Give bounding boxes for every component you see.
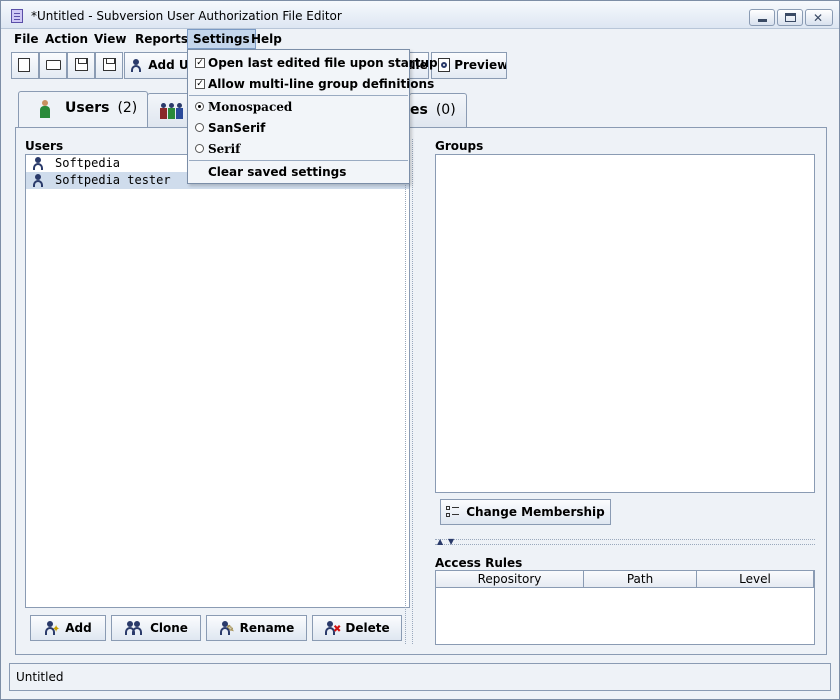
- maximize-icon: [785, 13, 796, 22]
- window-title: *Untitled - Subversion User Authorizatio…: [31, 9, 342, 23]
- menu-view[interactable]: View: [89, 29, 131, 49]
- preview-icon: [438, 57, 450, 72]
- add-user-button[interactable]: ✦ Add: [30, 615, 106, 641]
- checkbox-checked-icon: ✓: [195, 58, 205, 68]
- tab-users[interactable]: Users (2): [18, 91, 148, 128]
- column-header-level[interactable]: Level: [697, 571, 814, 588]
- maximize-button[interactable]: [777, 9, 803, 26]
- tab-rules-count: (0): [435, 102, 456, 118]
- menu-file[interactable]: File: [9, 29, 44, 49]
- user-icon: [33, 157, 43, 170]
- menu-bar: File Action View Reports Settings Help: [1, 29, 839, 49]
- menu-item-multiline-groups-label: Allow multi-line group definitions: [208, 77, 435, 91]
- save-as-button[interactable]: [95, 52, 123, 79]
- menu-separator: [189, 95, 408, 96]
- open-file-button[interactable]: [39, 52, 67, 79]
- save-button[interactable]: [67, 52, 95, 79]
- add-user-icon: [130, 58, 144, 72]
- users-list-label: Users: [25, 139, 64, 153]
- close-icon: ✕: [813, 11, 824, 25]
- vertical-splitter[interactable]: [405, 139, 413, 644]
- rename-user-icon: ✎: [219, 620, 235, 635]
- tab-users-count: (2): [117, 100, 138, 116]
- menu-reports[interactable]: Reports: [130, 29, 193, 49]
- change-membership-button[interactable]: Change Membership: [440, 499, 611, 525]
- tab-rules-label: es: [410, 102, 428, 118]
- menu-item-font-sanserif-label: SanSerif: [208, 121, 266, 135]
- menu-item-font-monospaced-label: Monospaced: [208, 100, 293, 114]
- save-as-icon: [103, 58, 116, 71]
- menu-separator: [189, 160, 408, 161]
- group-icon: [160, 102, 186, 120]
- groups-list[interactable]: [435, 154, 815, 493]
- status-bar: Untitled: [9, 663, 831, 691]
- menu-item-font-serif-label: Serif: [208, 142, 241, 156]
- menu-item-open-last-label: Open last edited file upon startup: [208, 56, 438, 70]
- radio-unselected-icon: [195, 123, 204, 132]
- user-name: Softpedia: [55, 156, 121, 170]
- folder-open-icon: [46, 59, 61, 70]
- menu-action[interactable]: Action: [40, 29, 93, 49]
- settings-menu: ✓ Open last edited file upon startup ✓ A…: [187, 49, 438, 184]
- menu-item-font-monospaced[interactable]: Monospaced: [188, 97, 409, 117]
- access-rules-label: Access Rules: [435, 556, 523, 570]
- rename-user-button[interactable]: ✎ Rename: [206, 615, 307, 641]
- checkbox-checked-icon: ✓: [195, 79, 205, 89]
- menu-item-clear-settings[interactable]: Clear saved settings: [188, 162, 409, 182]
- radio-unselected-icon: [195, 144, 204, 153]
- menu-help[interactable]: Help: [246, 29, 287, 49]
- user-icon: [33, 174, 43, 187]
- title-bar: *Untitled - Subversion User Authorizatio…: [1, 1, 839, 29]
- rename-user-button-label: Rename: [239, 621, 295, 635]
- menu-item-multiline-groups[interactable]: ✓ Allow multi-line group definitions: [188, 74, 434, 94]
- clone-user-button-label: Clone: [150, 621, 188, 635]
- app-icon: [11, 9, 23, 23]
- close-button[interactable]: ✕: [805, 9, 833, 26]
- change-membership-label: Change Membership: [466, 505, 605, 519]
- menu-item-open-last[interactable]: ✓ Open last edited file upon startup: [188, 53, 438, 73]
- save-icon: [75, 58, 88, 71]
- tab-rules[interactable]: es (0): [409, 93, 467, 127]
- column-header-repository[interactable]: Repository: [436, 571, 584, 588]
- menu-item-font-sanserif[interactable]: SanSerif: [188, 118, 409, 138]
- user-name: Softpedia tester: [55, 173, 171, 187]
- users-list[interactable]: Softpedia Softpedia tester: [25, 154, 410, 608]
- delete-user-button-label: Delete: [345, 621, 390, 635]
- add-user-toolbar-button[interactable]: Add Us: [124, 52, 194, 79]
- user-icon: [39, 100, 51, 118]
- arrow-up-icon[interactable]: ▲: [437, 537, 443, 546]
- add-user-button-label: Add: [65, 621, 92, 635]
- delete-user-icon: ✖: [324, 620, 341, 635]
- delete-user-button[interactable]: ✖ Delete: [312, 615, 402, 641]
- arrow-down-icon[interactable]: ▼: [448, 537, 454, 546]
- preview-button[interactable]: Preview: [431, 52, 507, 79]
- radio-selected-icon: [195, 102, 204, 111]
- add-user-icon: ✦: [44, 620, 60, 635]
- menu-item-clear-settings-label: Clear saved settings: [208, 165, 347, 179]
- new-file-button[interactable]: [11, 52, 39, 79]
- preview-label: Preview: [454, 58, 507, 72]
- tab-users-label: Users: [65, 100, 110, 116]
- minimize-icon: [758, 19, 767, 22]
- app-window: *Untitled - Subversion User Authorizatio…: [0, 0, 840, 700]
- tab-groups[interactable]: [147, 93, 191, 127]
- column-header-path[interactable]: Path: [584, 571, 697, 588]
- groups-list-label: Groups: [435, 139, 484, 153]
- minimize-button[interactable]: [749, 9, 775, 26]
- menu-item-font-serif[interactable]: Serif: [188, 139, 409, 159]
- clone-user-button[interactable]: Clone: [111, 615, 201, 641]
- horizontal-splitter[interactable]: ▲ ▼: [435, 537, 815, 546]
- clone-user-icon: [124, 620, 144, 635]
- membership-icon: [446, 505, 460, 519]
- new-file-icon: [18, 57, 30, 72]
